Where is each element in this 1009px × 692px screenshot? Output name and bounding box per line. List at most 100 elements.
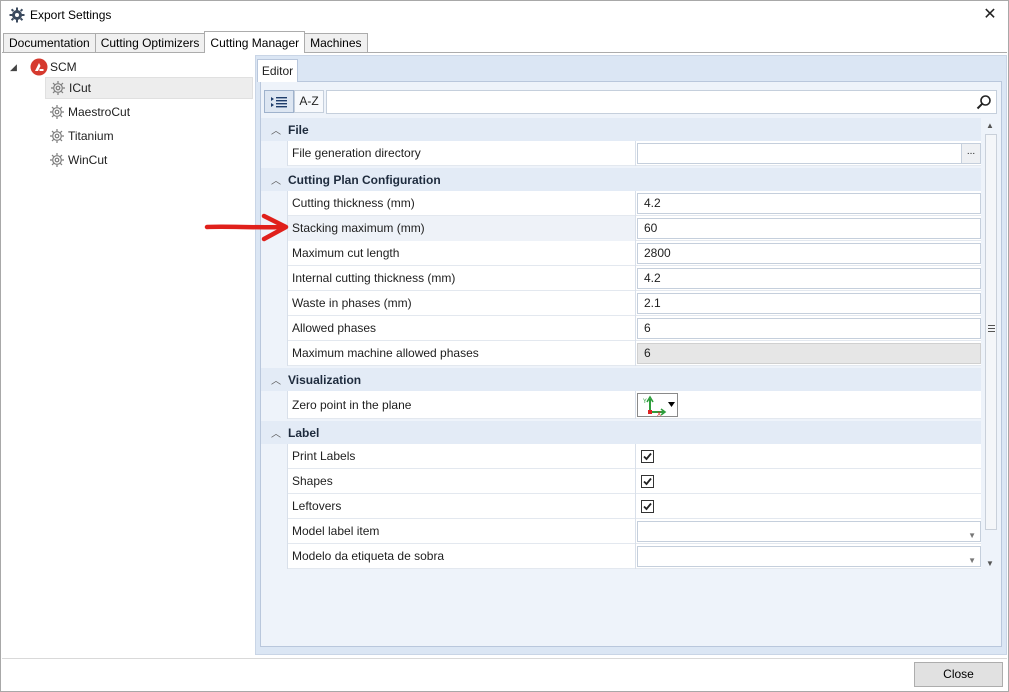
tab-cutting-manager[interactable]: Cutting Manager	[204, 31, 306, 53]
property-name: File generation directory	[287, 141, 636, 166]
tree-root-scm[interactable]: ◢ SCM	[10, 57, 77, 77]
scroll-down-arrow-icon[interactable]: ▼	[986, 559, 994, 568]
property-row-zero-point: Zero point in the plane Y X	[261, 391, 981, 419]
tab-documentation[interactable]: Documentation	[3, 33, 96, 53]
settings-gear-icon	[9, 7, 25, 23]
scm-logo-icon	[30, 58, 48, 76]
category-label: Cutting Plan Configuration	[288, 173, 441, 187]
file-directory-field[interactable]: ...	[637, 143, 981, 164]
checkmark-icon	[643, 502, 652, 511]
property-row-cutting-thickness: Cutting thickness (mm) 4.2	[261, 191, 981, 216]
gear-icon	[50, 153, 64, 167]
internal-cutting-thickness-input[interactable]: 4.2	[637, 268, 981, 289]
tree-root-label: SCM	[50, 60, 77, 74]
browse-button[interactable]: ...	[961, 144, 980, 163]
categorized-view-button[interactable]	[264, 90, 294, 113]
property-row-internal-cutting-thickness: Internal cutting thickness (mm) 4.2	[261, 266, 981, 291]
property-row-leftovers: Leftovers	[261, 494, 981, 519]
property-name: Model label item	[287, 519, 636, 544]
print-labels-checkbox[interactable]	[641, 450, 654, 463]
zero-point-dropdown-button[interactable]: Y X	[637, 393, 678, 418]
gear-icon	[50, 105, 64, 119]
close-button[interactable]: Close	[914, 662, 1003, 687]
alphabetical-view-button[interactable]: A-Z	[294, 90, 324, 113]
grip-icon	[988, 325, 995, 334]
property-name: Modelo da etiqueta de sobra	[287, 544, 636, 569]
tree-item-label: ICut	[69, 81, 92, 95]
property-row-print-labels: Print Labels	[261, 444, 981, 469]
property-row-stacking-maximum: Stacking maximum (mm) 60	[261, 216, 981, 241]
collapse-chevron-icon[interactable]: ︿	[271, 122, 281, 137]
tree-item-label: Titanium	[68, 129, 114, 143]
category-label: Label	[288, 426, 320, 440]
leftovers-checkbox[interactable]	[641, 500, 654, 513]
property-name: Maximum cut length	[287, 241, 636, 266]
svg-text:Y: Y	[642, 398, 647, 405]
model-label-item-select[interactable]: ▼	[637, 521, 981, 542]
property-name: Maximum machine allowed phases	[287, 341, 636, 366]
property-row-maximum-cut-length: Maximum cut length 2800	[261, 241, 981, 266]
category-visualization[interactable]: ︿ Visualization	[261, 368, 981, 391]
chevron-down-icon[interactable]: ▼	[968, 551, 976, 570]
property-row-allowed-phases: Allowed phases 6	[261, 316, 981, 341]
property-name: Leftovers	[287, 494, 636, 519]
stacking-maximum-input[interactable]: 60	[637, 218, 981, 239]
footer-separator	[2, 658, 1007, 659]
maximum-cut-length-input[interactable]: 2800	[637, 243, 981, 264]
tab-machines[interactable]: Machines	[304, 33, 368, 53]
tree-item-icut[interactable]: ICut	[45, 77, 253, 99]
collapse-chevron-icon[interactable]: ︿	[271, 425, 281, 440]
category-label: Visualization	[288, 373, 362, 387]
allowed-phases-input[interactable]: 6	[637, 318, 981, 339]
title-bar: Export Settings ✕	[1, 1, 1008, 29]
property-row-shapes: Shapes	[261, 469, 981, 494]
tree-item-titanium[interactable]: Titanium	[45, 125, 253, 147]
tab-editor[interactable]: Editor	[257, 59, 298, 82]
tree-item-maestrocut[interactable]: MaestroCut	[45, 101, 253, 123]
property-grid-scrollbar[interactable]: ▲ ▼	[983, 117, 999, 570]
shapes-checkbox[interactable]	[641, 475, 654, 488]
checkmark-icon	[643, 477, 652, 486]
search-icon[interactable]	[976, 94, 992, 110]
tree-item-wincut[interactable]: WinCut	[45, 149, 253, 171]
category-label-group[interactable]: ︿ Label	[261, 421, 981, 444]
window-close-icon[interactable]: ✕	[978, 4, 1002, 26]
property-name: Zero point in the plane	[287, 391, 636, 419]
leftover-label-model-select[interactable]: ▼	[637, 546, 981, 567]
collapse-chevron-icon[interactable]: ︿	[271, 372, 281, 387]
property-name: Stacking maximum (mm)	[287, 216, 636, 241]
property-search-input[interactable]	[326, 90, 997, 114]
gear-icon	[50, 129, 64, 143]
svg-text:X: X	[657, 411, 661, 416]
property-name: Internal cutting thickness (mm)	[287, 266, 636, 291]
cutting-thickness-input[interactable]: 4.2	[637, 193, 981, 214]
property-row-file-generation-directory: File generation directory ...	[261, 141, 981, 166]
collapse-chevron-icon[interactable]: ︿	[271, 172, 281, 187]
property-row-waste-in-phases: Waste in phases (mm) 2.1	[261, 291, 981, 316]
property-name: Print Labels	[287, 444, 636, 469]
property-grid-toolbar: A-Z	[264, 90, 324, 114]
waste-in-phases-input[interactable]: 2.1	[637, 293, 981, 314]
axes-origin-icon: Y X	[642, 395, 675, 418]
maximum-machine-allowed-phases-value: 6	[637, 343, 981, 364]
property-row-modelo-da-etiqueta-de-sobra: Modelo da etiqueta de sobra ▼	[261, 544, 981, 569]
category-cutting-plan-configuration[interactable]: ︿ Cutting Plan Configuration	[261, 168, 981, 191]
expand-arrow-icon[interactable]: ◢	[10, 62, 24, 73]
property-name: Allowed phases	[287, 316, 636, 341]
tree-item-label: WinCut	[68, 153, 108, 167]
property-name: Waste in phases (mm)	[287, 291, 636, 316]
zero-point-selector[interactable]: Y X	[637, 393, 981, 418]
main-tabs: Documentation Cutting Optimizers Cutting…	[3, 31, 368, 53]
property-row-maximum-machine-allowed-phases: Maximum machine allowed phases 6	[261, 341, 981, 366]
checkmark-icon	[643, 452, 652, 461]
tab-cutting-optimizers[interactable]: Cutting Optimizers	[94, 33, 206, 53]
category-file[interactable]: ︿ File	[261, 118, 981, 141]
gear-icon	[51, 81, 65, 95]
category-label: File	[288, 123, 309, 137]
manager-tree: ◢ SCM ICut MaestroCut Titanium WinCut	[5, 55, 255, 655]
chevron-down-icon[interactable]: ▼	[968, 526, 976, 545]
tree-item-label: MaestroCut	[68, 105, 131, 119]
scroll-thumb[interactable]	[985, 134, 997, 530]
property-row-model-label-item: Model label item ▼	[261, 519, 981, 544]
scroll-up-arrow-icon[interactable]: ▲	[986, 121, 994, 130]
